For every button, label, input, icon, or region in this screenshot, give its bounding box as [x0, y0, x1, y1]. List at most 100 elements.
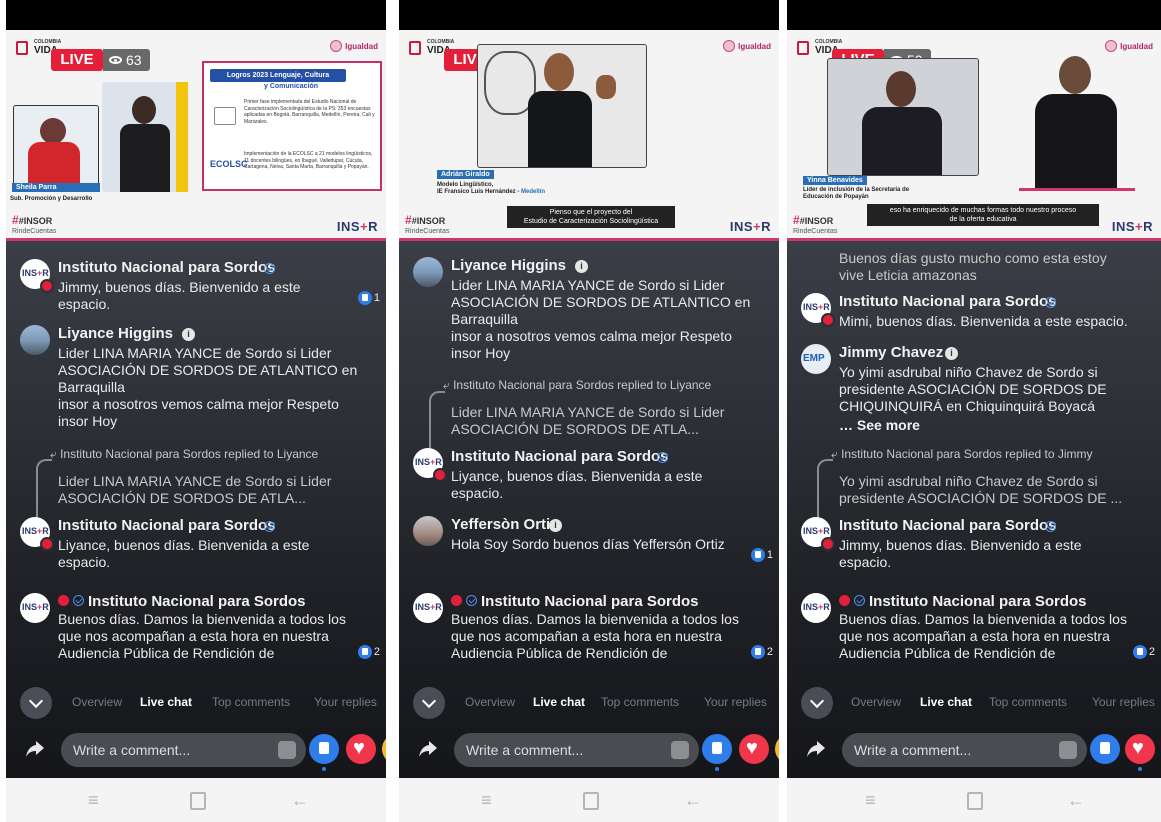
share-icon[interactable] [419, 741, 437, 757]
verified-icon [264, 263, 275, 274]
share-icon[interactable] [26, 741, 44, 757]
menu-icon[interactable]: ≡ [88, 790, 99, 811]
avatar[interactable] [413, 257, 443, 287]
insor-hashtag: ##INSOR RindeCuentas [405, 213, 450, 235]
tab-overview[interactable]: Overview [72, 695, 122, 709]
avatar[interactable]: INS+R [20, 593, 50, 623]
interpreter [1015, 50, 1135, 191]
chat-message-partial: Buenos días gusto mucho como esta estoy … [839, 250, 1107, 283]
verified-icon [854, 595, 865, 606]
comment-input[interactable]: Write a comment... [454, 733, 699, 767]
live-video[interactable]: COLOMBIAVIDA Igualdad LIVE 53 Adrián Gir… [399, 30, 779, 238]
love-reaction-button[interactable] [739, 734, 769, 764]
heart-icon [723, 40, 736, 52]
like-count[interactable]: 1 [357, 291, 380, 305]
avatar[interactable]: INS+R [413, 593, 443, 623]
recent-apps-icon[interactable] [190, 792, 206, 810]
sticker-icon[interactable] [671, 741, 689, 759]
reply-thread-line [817, 459, 833, 521]
chevron-down-icon[interactable] [801, 687, 833, 719]
tab-your-replies[interactable]: Your replies [704, 695, 767, 709]
like-reaction-button[interactable] [702, 734, 732, 764]
igualdad-logo: Igualdad [723, 38, 771, 54]
avatar[interactable]: EMP [801, 344, 831, 374]
back-icon[interactable]: ← [291, 790, 309, 811]
tab-top-comments[interactable]: Top comments [212, 695, 290, 709]
tab-top-comments[interactable]: Top comments [989, 695, 1067, 709]
like-count[interactable]: 2 [750, 645, 773, 659]
info-badge-icon: i [182, 328, 195, 341]
back-icon[interactable]: ← [684, 790, 702, 811]
chat-tabs: Overview Live chat Top comments Your rep… [399, 687, 779, 719]
people-icon [214, 107, 236, 125]
reply-note: ⤶ Instituto Nacional para Sordos replied… [50, 447, 319, 461]
like-icon [750, 645, 765, 659]
tab-live-chat[interactable]: Live chat [920, 695, 972, 709]
reply-note: ⤶ Instituto Nacional para Sordos replied… [443, 378, 712, 392]
haha-reaction-button[interactable] [382, 734, 386, 764]
tab-overview[interactable]: Overview [851, 695, 901, 709]
live-dot-icon [40, 537, 54, 551]
live-chat[interactable]: Liyance Higgins i Lider LINA MARIA YANCE… [399, 241, 779, 778]
reply-quote: Yo yimi asdrubal niño Chavez de Sordo si… [839, 473, 1123, 506]
like-count[interactable]: 2 [1132, 645, 1155, 659]
tab-live-chat[interactable]: Live chat [140, 695, 192, 709]
menu-icon[interactable]: ≡ [865, 790, 876, 811]
avatar[interactable] [20, 325, 50, 355]
comment-input[interactable]: Write a comment... [61, 733, 306, 767]
love-reaction-button[interactable] [1125, 734, 1155, 764]
love-reaction-button[interactable] [346, 734, 376, 764]
tab-overview[interactable]: Overview [465, 695, 515, 709]
info-badge-icon: i [575, 260, 588, 273]
sticker-icon[interactable] [278, 741, 296, 759]
verified-icon [657, 452, 668, 463]
insor-logo: INS+R [336, 219, 378, 234]
like-reaction-button[interactable] [309, 734, 339, 764]
android-nav-bar: ≡ ← [399, 778, 779, 822]
share-icon[interactable] [807, 741, 825, 757]
comment-input[interactable]: Write a comment... [842, 733, 1087, 767]
like-icon [357, 291, 372, 305]
sticker-icon[interactable] [1059, 741, 1077, 759]
reply-thread-line [36, 459, 52, 521]
chat-tabs: Overview Live chat Top comments Your rep… [6, 687, 386, 719]
reply-quote: Lider LINA MARIA YANCE de Sordo si Lider… [58, 473, 332, 506]
live-video[interactable]: COLOMBIA VIDA Igualdad LIVE 63 Sheila Par… [6, 30, 386, 238]
verified-icon [1045, 297, 1056, 308]
haha-reaction-button[interactable] [775, 734, 779, 764]
verified-icon [73, 595, 84, 606]
info-badge-icon: i [549, 519, 562, 532]
chevron-down-icon[interactable] [20, 687, 52, 719]
live-dot-icon [58, 595, 69, 606]
live-dot-icon [839, 595, 850, 606]
like-icon [1132, 645, 1147, 659]
screen-2: COLOMBIAVIDA Igualdad LIVE 53 Adrián Gir… [399, 0, 779, 822]
see-more-link[interactable]: … See more [839, 417, 920, 434]
tab-your-replies[interactable]: Your replies [314, 695, 377, 709]
like-reaction-button[interactable] [1090, 734, 1120, 764]
back-icon[interactable]: ← [1067, 790, 1085, 811]
reply-quote: Lider LINA MARIA YANCE de Sordo si Lider… [451, 404, 725, 437]
comment-row: Write a comment... [399, 731, 779, 771]
info-badge-icon: i [945, 347, 958, 360]
live-dot-icon [821, 537, 835, 551]
tab-top-comments[interactable]: Top comments [601, 695, 679, 709]
avatar[interactable]: INS+R [801, 593, 831, 623]
live-video[interactable]: COLOMBIAVIDA Igualdad LIVE 50 Yinna Bena… [787, 30, 1161, 238]
chevron-down-icon[interactable] [413, 687, 445, 719]
live-chat[interactable]: Buenos días gusto mucho como esta estoy … [787, 241, 1161, 778]
live-dot-icon [40, 279, 54, 293]
like-count[interactable]: 2 [357, 645, 380, 659]
tab-live-chat[interactable]: Live chat [533, 695, 585, 709]
screen-1: COLOMBIA VIDA Igualdad LIVE 63 Sheila Par… [6, 0, 386, 822]
selected-indicator [1138, 767, 1142, 771]
avatar[interactable] [413, 516, 443, 546]
like-count[interactable]: 1 [750, 548, 773, 562]
igualdad-logo: Igualdad [330, 38, 378, 54]
reply-note: ⤶ Instituto Nacional para Sordos replied… [831, 447, 1093, 461]
recent-apps-icon[interactable] [967, 792, 983, 810]
menu-icon[interactable]: ≡ [481, 790, 492, 811]
tab-your-replies[interactable]: Your replies [1092, 695, 1155, 709]
live-chat[interactable]: INS+R Instituto Nacional para Sordos Jim… [6, 241, 386, 778]
recent-apps-icon[interactable] [583, 792, 599, 810]
